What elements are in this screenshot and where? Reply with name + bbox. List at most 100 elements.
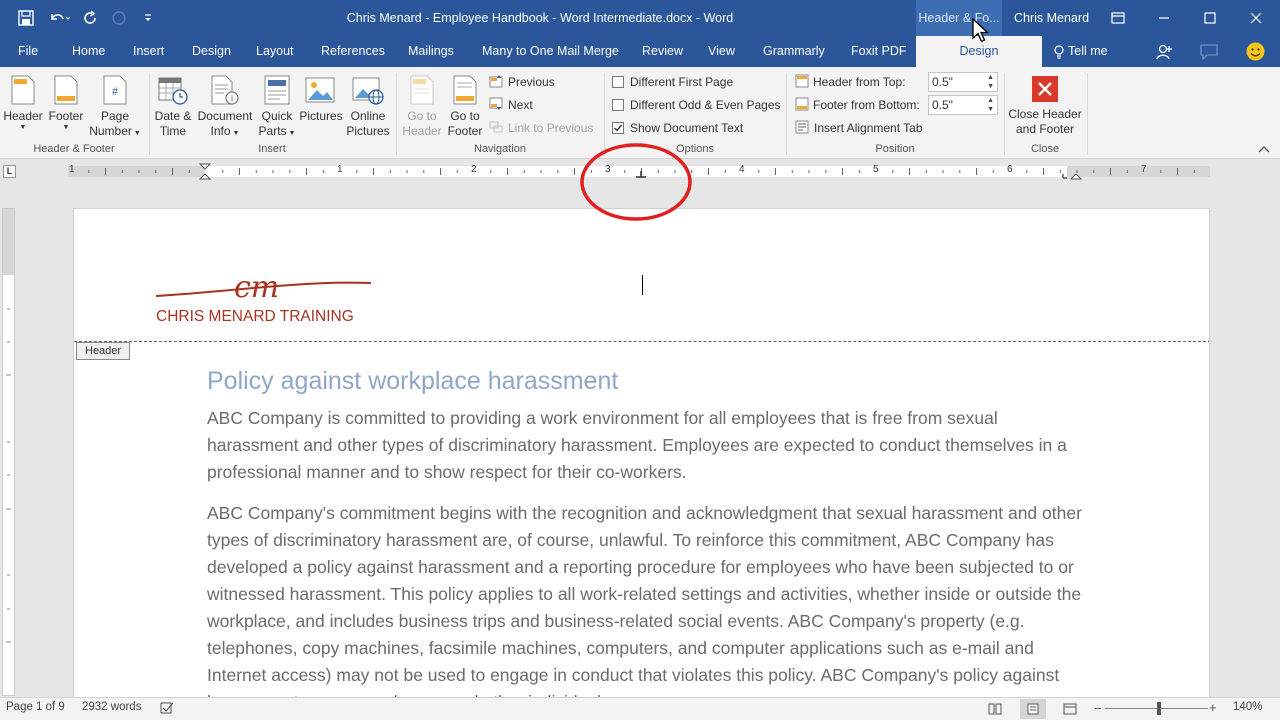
close-header-footer-button[interactable]: Close Header and Footer: [1006, 75, 1084, 137]
touch-mode-icon[interactable]: [111, 10, 127, 26]
minimize-button[interactable]: [1141, 0, 1187, 36]
ruler-number: 5: [873, 164, 879, 175]
show-document-text-option[interactable]: Show Document Text: [612, 119, 743, 137]
tab-grammarly[interactable]: Grammarly: [763, 36, 825, 67]
close-window-button[interactable]: [1233, 0, 1279, 36]
header-button-label: Header: [3, 109, 43, 123]
word-count[interactable]: 2932 words: [82, 701, 141, 713]
go-to-header-label-1: Go to: [407, 109, 437, 123]
tab-foxit-pdf[interactable]: Foxit PDF: [851, 36, 907, 67]
header-button[interactable]: Header ▼: [2, 75, 44, 132]
customize-qat-icon[interactable]: [143, 10, 153, 26]
document-page[interactable]: cm CHRIS MENARD TRAINING Header Policy a…: [73, 208, 1210, 698]
policy-heading: Policy against workplace harassment: [207, 367, 619, 395]
zoom-slider-handle[interactable]: [1157, 702, 1161, 715]
different-first-page-label: Different First Page: [630, 75, 734, 89]
web-layout-icon[interactable]: [1063, 703, 1077, 715]
zoom-in-button[interactable]: +: [1209, 700, 1217, 715]
tab-review[interactable]: Review: [642, 36, 683, 67]
footer-button[interactable]: Footer ▼: [44, 75, 88, 132]
smiley-feedback-icon[interactable]: [1246, 42, 1265, 61]
group-position: Position: [875, 143, 915, 155]
tell-me-box[interactable]: Tell me: [1054, 36, 1108, 67]
annotation-circle: [578, 141, 696, 223]
close-x-icon: [1032, 76, 1058, 102]
different-odd-even-option[interactable]: Different Odd & Even Pages: [612, 96, 781, 114]
spin-down-icon[interactable]: ▼: [987, 82, 994, 91]
tab-many-to-one-mail-merge[interactable]: Many to One Mail Merge: [482, 36, 619, 67]
footer-from-bottom-row: Footer from Bottom:: [795, 96, 920, 114]
user-name[interactable]: Chris Menard: [1014, 0, 1089, 36]
tab-references[interactable]: References: [321, 36, 385, 67]
spin-down-icon[interactable]: ▼: [987, 105, 994, 114]
proofing-icon[interactable]: [160, 702, 174, 714]
ribbon-tabs: File Home Insert Design Layout Reference…: [0, 36, 1280, 67]
document-info-label-1: Document: [197, 109, 253, 123]
show-document-text-checkbox[interactable]: [612, 122, 624, 134]
tab-design[interactable]: Design: [192, 36, 231, 67]
go-to-footer-label-1: Go to: [450, 109, 480, 123]
header-dropdown-icon: ▼: [19, 124, 27, 131]
group-insert: Insert: [258, 143, 286, 155]
tab-layout[interactable]: Layout: [256, 36, 294, 67]
print-layout-icon[interactable]: [1020, 699, 1046, 719]
footer-from-bottom-input[interactable]: 0.5" ▲ ▼: [928, 95, 998, 115]
spin-up-icon[interactable]: ▲: [987, 96, 994, 105]
share-icon[interactable]: [1155, 43, 1173, 61]
page-number-button[interactable]: # Page Number ▼: [88, 75, 142, 141]
header-position-icon: [795, 74, 809, 88]
comments-icon[interactable]: [1200, 44, 1218, 60]
maximize-button[interactable]: [1187, 0, 1233, 36]
tab-home[interactable]: Home: [72, 36, 105, 67]
different-first-page-checkbox[interactable]: [612, 76, 624, 88]
header-from-top-input[interactable]: 0.5" ▲ ▼: [928, 72, 998, 92]
body-paragraph: ABC Company's commitment begins with the…: [207, 503, 1082, 697]
go-to-header-button[interactable]: Go to Header: [400, 75, 444, 139]
ribbon-display-options-icon[interactable]: [1095, 0, 1141, 36]
undo-icon[interactable]: [48, 10, 70, 26]
collapse-ribbon-icon[interactable]: [1258, 145, 1270, 153]
lightbulb-icon: [1054, 45, 1064, 59]
vertical-ruler[interactable]: [2, 208, 15, 696]
page-count[interactable]: Page 1 of 9: [6, 701, 65, 713]
insert-alignment-tab-button[interactable]: Insert Alignment Tab: [795, 119, 923, 137]
go-to-footer-button[interactable]: Go to Footer: [444, 75, 486, 139]
document-info-button[interactable]: i Document Info ▼: [196, 75, 254, 141]
previous-button[interactable]: Previous: [489, 73, 555, 91]
next-button[interactable]: Next: [489, 96, 533, 114]
header-from-top-row: Header from Top:: [795, 73, 906, 91]
tab-insert[interactable]: Insert: [133, 36, 164, 67]
company-logo: cm CHRIS MENARD TRAINING: [156, 271, 372, 327]
date-time-button[interactable]: Date & Time: [150, 75, 196, 139]
read-mode-icon[interactable]: [988, 703, 1002, 715]
tab-mailings[interactable]: Mailings: [408, 36, 454, 67]
tell-me-label: Tell me: [1068, 44, 1108, 58]
online-pictures-button[interactable]: Online Pictures: [344, 75, 392, 139]
spin-up-icon[interactable]: ▲: [987, 73, 994, 82]
tab-view[interactable]: View: [708, 36, 735, 67]
online-pictures-label-2: Pictures: [346, 124, 390, 138]
zoom-level[interactable]: 140%: [1233, 701, 1262, 713]
different-first-page-option[interactable]: Different First Page: [612, 73, 733, 91]
online-pictures-icon: [352, 77, 384, 105]
zoom-out-button[interactable]: −: [1094, 701, 1102, 716]
ruler-number: 1: [337, 164, 343, 175]
insert-alignment-tab-label: Insert Alignment Tab: [814, 121, 923, 135]
tab-file[interactable]: File: [18, 36, 38, 67]
save-icon[interactable]: [18, 10, 34, 26]
footer-from-bottom-value: 0.5": [932, 98, 953, 112]
different-odd-even-checkbox[interactable]: [612, 99, 624, 111]
go-to-header-label-2: Header: [402, 124, 442, 138]
checkmark-icon: [614, 124, 623, 132]
group-separator: [1087, 73, 1088, 155]
group-close: Close: [1030, 143, 1060, 155]
quick-parts-label-2: Parts: [258, 124, 287, 138]
ruler-number: 2: [471, 164, 477, 175]
redo-icon[interactable]: [82, 10, 98, 26]
document-info-dropdown-icon: ▼: [230, 130, 240, 137]
link-to-previous-button[interactable]: Link to Previous: [489, 119, 593, 137]
pictures-button[interactable]: Pictures: [298, 75, 344, 124]
page-number-label-1: Page: [100, 109, 130, 123]
quick-parts-button[interactable]: Quick Parts ▼: [254, 75, 300, 141]
window-title: Chris Menard - Employee Handbook - Word …: [346, 11, 734, 25]
